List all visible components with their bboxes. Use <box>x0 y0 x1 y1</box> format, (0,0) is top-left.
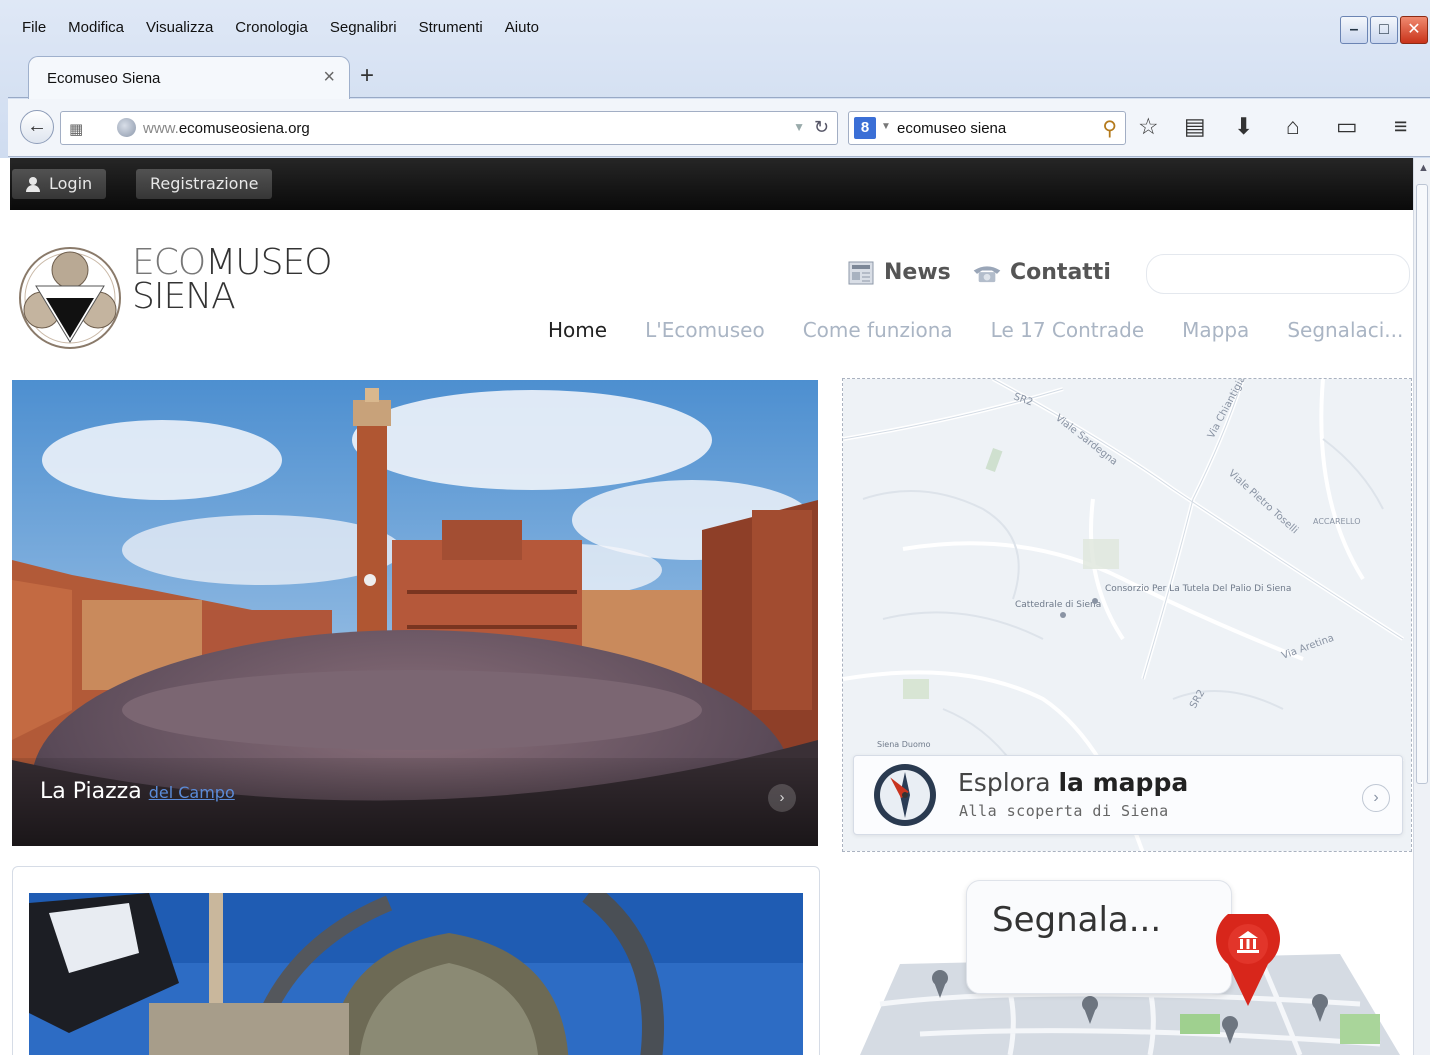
grid-icon[interactable]: ▦ <box>69 120 83 138</box>
maximize-button[interactable]: □ <box>1370 16 1398 44</box>
back-icon[interactable]: ← <box>20 110 54 144</box>
tab-strip: Ecomuseo Siena × + <box>8 52 1430 99</box>
phone-icon <box>973 266 1001 283</box>
ecomuseo-logo[interactable] <box>18 246 122 350</box>
minimize-button[interactable]: – <box>1340 16 1368 44</box>
url-text[interactable]: www.ecomuseosiena.org <box>143 120 310 137</box>
globe-icon <box>117 118 136 137</box>
new-tab-icon[interactable]: + <box>360 62 374 90</box>
nav-ecomuseo[interactable]: L'Ecomuseo <box>645 318 765 342</box>
hero-slider[interactable]: La Piazza del Campo › <box>12 380 818 846</box>
nav-home[interactable]: Home <box>548 318 607 342</box>
home-icon[interactable]: ⌂ <box>1286 113 1300 140</box>
map-label: Siena Duomo <box>877 740 931 749</box>
site-search-input[interactable] <box>1146 254 1410 294</box>
hero-caption-link[interactable]: del Campo <box>149 783 235 802</box>
close-tab-icon[interactable]: × <box>323 66 335 89</box>
reload-icon[interactable]: ↻ <box>814 117 829 138</box>
bell-photo <box>29 893 803 1055</box>
site-topbar: Login Registrazione <box>10 158 1413 210</box>
newspaper-icon <box>848 261 874 285</box>
segnala-title[interactable]: Segnala... <box>992 900 1161 940</box>
close-window-button[interactable]: ✕ <box>1400 16 1428 44</box>
window-icon[interactable]: ▭ <box>1336 113 1358 140</box>
news-link[interactable]: News <box>846 260 951 286</box>
menu-cronologia[interactable]: Cronologia <box>224 16 319 40</box>
slider-next-button[interactable]: › <box>768 784 796 812</box>
url-bar[interactable]: ▦ www.ecomuseosiena.org ▼ ↻ <box>60 111 838 145</box>
menu-aiuto[interactable]: Aiuto <box>494 16 550 40</box>
menu-visualizza[interactable]: Visualizza <box>135 16 224 40</box>
star-icon[interactable]: ☆ <box>1138 113 1159 140</box>
scroll-thumb[interactable] <box>1416 184 1428 784</box>
map-pin-icon <box>1216 914 1280 1006</box>
search-bar[interactable]: 8 ▼ ecomuseo siena ⚲ <box>848 111 1126 145</box>
scroll-up-icon[interactable]: ▲ <box>1418 162 1429 174</box>
register-button[interactable]: Registrazione <box>136 169 273 199</box>
map-label: Consorzio Per La Tutela Del Palio Di Sie… <box>1105 584 1291 594</box>
window-controls: – □ ✕ <box>1340 16 1428 44</box>
browser-chrome: File Modifica Visualizza Cronologia Segn… <box>0 0 1430 158</box>
menu-strumenti[interactable]: Strumenti <box>408 16 494 40</box>
menu-file[interactable]: File <box>8 16 57 40</box>
menu-icon[interactable]: ≡ <box>1394 113 1407 140</box>
nav-mappa[interactable]: Mappa <box>1182 318 1249 342</box>
web-page: Login Registrazione ECOMUSEO SIENA News <box>10 158 1413 1055</box>
tab-title: Ecomuseo Siena <box>47 70 161 87</box>
user-icon <box>26 177 40 192</box>
page-scrollbar[interactable]: ▲ <box>1413 158 1430 1055</box>
clipboard-icon[interactable]: ▤ <box>1184 113 1206 140</box>
nav-segnalaci[interactable]: Segnalaci... <box>1287 318 1403 342</box>
map-widget[interactable]: SR2 Viale Sardegna Via Chiantigiana Vial… <box>842 378 1412 852</box>
explore-map-subtitle: Alla scoperta di Siena <box>959 802 1169 820</box>
menu-segnalibri[interactable]: Segnalibri <box>319 16 408 40</box>
map-label: Cattedrale di Siena <box>1015 600 1101 610</box>
hero-caption-text: La Piazza del Campo <box>40 779 235 804</box>
main-navigation: Home L'Ecomuseo Come funziona Le 17 Cont… <box>548 318 1403 342</box>
explore-map-arrow-icon[interactable]: › <box>1362 784 1390 812</box>
search-engine-icon[interactable]: 8 <box>854 117 876 139</box>
nav-come-funziona[interactable]: Come funziona <box>803 318 953 342</box>
menu-modifica[interactable]: Modifica <box>57 16 135 40</box>
brand-name: ECOMUSEO SIENA <box>132 242 333 317</box>
segnala-widget[interactable]: Segnala... <box>840 874 1412 1055</box>
search-query[interactable]: ecomuseo siena <box>897 120 1006 137</box>
map-label: ACCARELLO <box>1313 517 1361 526</box>
search-magnifier-icon[interactable]: ⚲ <box>1102 116 1117 141</box>
nav-contrade[interactable]: Le 17 Contrade <box>991 318 1144 342</box>
explore-map-card[interactable]: Esplora la mappa Alla scoperta di Siena … <box>853 755 1403 835</box>
contatti-link[interactable]: Contatti <box>972 260 1111 286</box>
download-icon[interactable]: ⬇ <box>1234 113 1253 140</box>
feature-card[interactable] <box>12 866 820 1055</box>
menu-bar: File Modifica Visualizza Cronologia Segn… <box>8 16 550 40</box>
navigation-toolbar: ← ▦ www.ecomuseosiena.org ▼ ↻ 8 ▼ ecomus… <box>8 99 1430 157</box>
engine-dropdown-icon[interactable]: ▼ <box>881 121 891 132</box>
explore-map-title: Esplora la mappa <box>958 768 1189 797</box>
url-dropdown-icon[interactable]: ▼ <box>793 120 805 134</box>
login-button[interactable]: Login <box>12 169 107 199</box>
compass-icon <box>874 764 936 826</box>
tab-ecomuseo-siena[interactable]: Ecomuseo Siena × <box>28 56 350 99</box>
